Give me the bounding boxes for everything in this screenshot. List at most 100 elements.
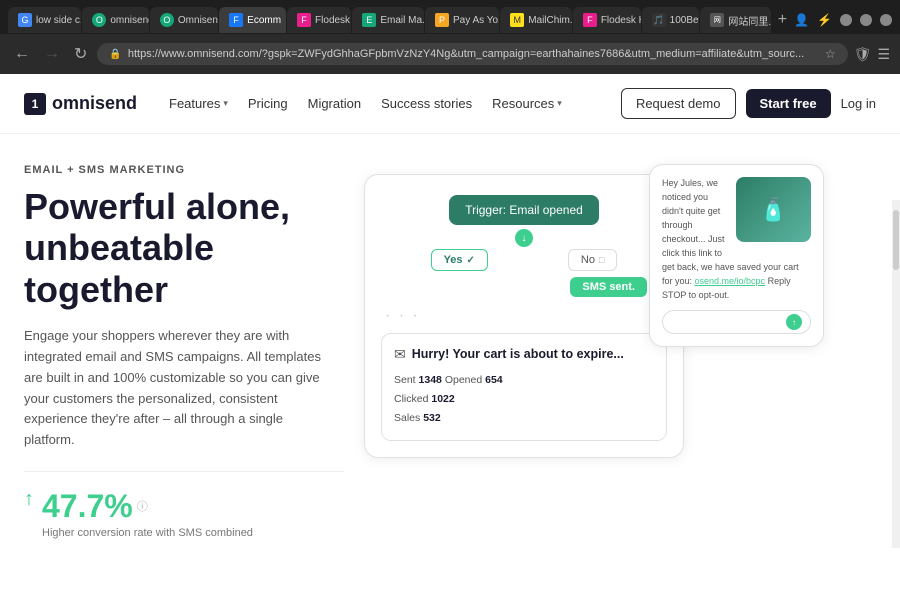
bookmark-icon[interactable]: ☆ <box>825 47 836 61</box>
yes-node: Yes ✓ <box>431 249 488 271</box>
tab-label-3: Omnisend <box>178 15 218 26</box>
check-icon: ✓ <box>467 255 475 266</box>
nav-success-stories[interactable]: Success stories <box>381 96 472 111</box>
request-demo-button[interactable]: Request demo <box>621 88 736 119</box>
tab-icon-9: F <box>583 13 597 27</box>
address-bar[interactable]: 🔒 https://www.omnisend.com/?gspk=ZWFydGh… <box>97 43 847 65</box>
automation-area: ⏸ Trigger: Email opened ↓ <box>364 164 824 544</box>
tab-icon-11: 网 <box>710 13 724 27</box>
nav-pricing-label: Pricing <box>248 96 288 111</box>
chevron-down-icon-2: ▾ <box>557 98 562 109</box>
stat-label: Higher conversion rate with SMS combined <box>42 527 253 539</box>
tab-label-6: Email Ma... <box>380 15 424 26</box>
close-button[interactable] <box>880 14 892 26</box>
tab-7[interactable]: P Pay As Yo... <box>425 7 499 33</box>
main-content: EMAIL + SMS MARKETING Powerful alone, un… <box>0 134 900 544</box>
forward-button[interactable]: → <box>40 43 64 65</box>
tab-6[interactable]: E Email Ma... <box>352 7 424 33</box>
sms-sent-label: SMS sent. <box>582 281 635 293</box>
nav-migration-label: Migration <box>308 96 361 111</box>
login-button[interactable]: Log in <box>841 96 876 111</box>
product-image: 🧴 <box>736 177 811 242</box>
nav-pricing[interactable]: Pricing <box>248 96 288 111</box>
trigger-node: Trigger: Email opened <box>449 195 599 225</box>
tab-5[interactable]: F Flodesk | <box>287 7 351 33</box>
tab-label-9: Flodesk H <box>601 15 641 26</box>
sales-label: Sales <box>394 412 423 424</box>
cart-title-row: ✉ Hurry! Your cart is about to expire... <box>394 346 654 363</box>
tab-1[interactable]: G low side c... <box>8 7 81 33</box>
lock-icon: 🔒 <box>109 49 121 60</box>
scrollbar[interactable] <box>892 200 900 548</box>
tab-4-active[interactable]: F Ecomm × <box>219 7 286 33</box>
nav-features[interactable]: Features ▾ <box>169 96 228 111</box>
url-text: https://www.omnisend.com/?gspk=ZWFydGhha… <box>128 48 804 60</box>
minimize-button[interactable] <box>840 14 852 26</box>
shield-icon[interactable]: 🛡 <box>854 46 872 63</box>
clicked-row: Clicked 1022 <box>394 390 654 409</box>
tab-2[interactable]: O omnisend <box>82 7 149 33</box>
browser-chrome: G low side c... O omnisend O Omnisend F … <box>0 0 900 74</box>
menu-icon[interactable]: ☰ <box>877 46 890 63</box>
maximize-button[interactable] <box>860 14 872 26</box>
refresh-button[interactable]: ↻ <box>70 42 91 66</box>
sms-badge-row: SMS sent. <box>381 277 667 297</box>
logo-icon: 1 <box>24 93 46 115</box>
window-controls: 👤 ⚡ <box>794 13 892 27</box>
tab-icon-10: 🎵 <box>652 13 666 27</box>
opened-value: 654 <box>485 374 503 386</box>
sent-label: Sent <box>394 374 419 386</box>
tab-bar: G low side c... O omnisend O Omnisend F … <box>0 0 900 34</box>
nav-resources[interactable]: Resources ▾ <box>492 96 562 111</box>
tab-3[interactable]: O Omnisend <box>150 7 218 33</box>
tab-icon-8: M <box>510 13 524 27</box>
tab-label-11: 网站同里... <box>728 13 770 28</box>
clicked-label: Clicked <box>394 393 431 405</box>
trigger-arrow-down: ↓ <box>515 229 533 247</box>
sms-input-bar[interactable]: ↑ <box>662 310 811 334</box>
tab-9[interactable]: F Flodesk H <box>573 7 641 33</box>
stat-number: 47.7% <box>42 488 133 525</box>
opened-label: Opened <box>445 374 485 386</box>
new-tab-button[interactable]: + <box>772 11 793 29</box>
profile-icon[interactable]: 👤 <box>794 13 809 27</box>
nav-actions: Request demo Start free Log in <box>621 88 876 119</box>
flow-card: Trigger: Email opened ↓ Yes ✓ <box>364 174 684 458</box>
sms-preview-card: 🧴 Hey Jules, we noticed you didn't quite… <box>649 164 824 347</box>
flow-dots: · · · <box>381 307 667 325</box>
back-button[interactable]: ← <box>10 43 34 65</box>
headline-line1: Powerful alone, <box>24 186 290 227</box>
hero-headline: Powerful alone, unbeatable together <box>24 186 344 310</box>
sent-value: 1348 <box>419 374 442 386</box>
tab-label-8: MailChim... <box>528 15 572 26</box>
stat-section: ↑ 47.7% ⓘ Higher conversion rate with SM… <box>24 471 344 539</box>
headline-line2: unbeatable <box>24 227 214 268</box>
tab-label-2: omnisend <box>110 15 149 26</box>
sms-send-button[interactable]: ↑ <box>786 314 802 330</box>
sent-row: Sent 1348 Opened 654 <box>394 371 654 390</box>
stat-info: 47.7% ⓘ <box>42 488 253 525</box>
headline-line3: together <box>24 269 168 310</box>
start-free-button[interactable]: Start free <box>746 89 831 118</box>
nav-migration[interactable]: Migration <box>308 96 361 111</box>
sms-link: osend.me/io/bcpc <box>695 276 766 286</box>
tab-close-4[interactable]: × <box>285 15 286 26</box>
site-logo[interactable]: 1 omnisend <box>24 93 137 115</box>
nav-resources-label: Resources <box>492 96 554 111</box>
browser-toolbar: ← → ↻ 🔒 https://www.omnisend.com/?gspk=Z… <box>0 34 900 74</box>
hero-eyebrow: EMAIL + SMS MARKETING <box>24 164 344 176</box>
hero-body-text: Engage your shoppers wherever they are w… <box>24 326 324 451</box>
tab-8[interactable]: M MailChim... <box>500 7 572 33</box>
nav-features-label: Features <box>169 96 220 111</box>
stat-up-arrow: ↑ <box>24 488 34 511</box>
tab-11[interactable]: 网 网站同里... <box>700 7 770 33</box>
yes-no-row: Yes ✓ No □ <box>381 249 667 271</box>
tab-10[interactable]: 🎵 100Bet <box>642 7 700 33</box>
scrollbar-thumb[interactable] <box>893 210 899 270</box>
tab-label-4: Ecomm <box>247 15 281 26</box>
yes-label: Yes <box>444 254 463 266</box>
extensions-icon[interactable]: ⚡ <box>817 13 832 27</box>
sales-value: 532 <box>423 412 441 424</box>
tab-icon-2: O <box>92 13 106 27</box>
tab-icon-5: F <box>297 13 311 27</box>
